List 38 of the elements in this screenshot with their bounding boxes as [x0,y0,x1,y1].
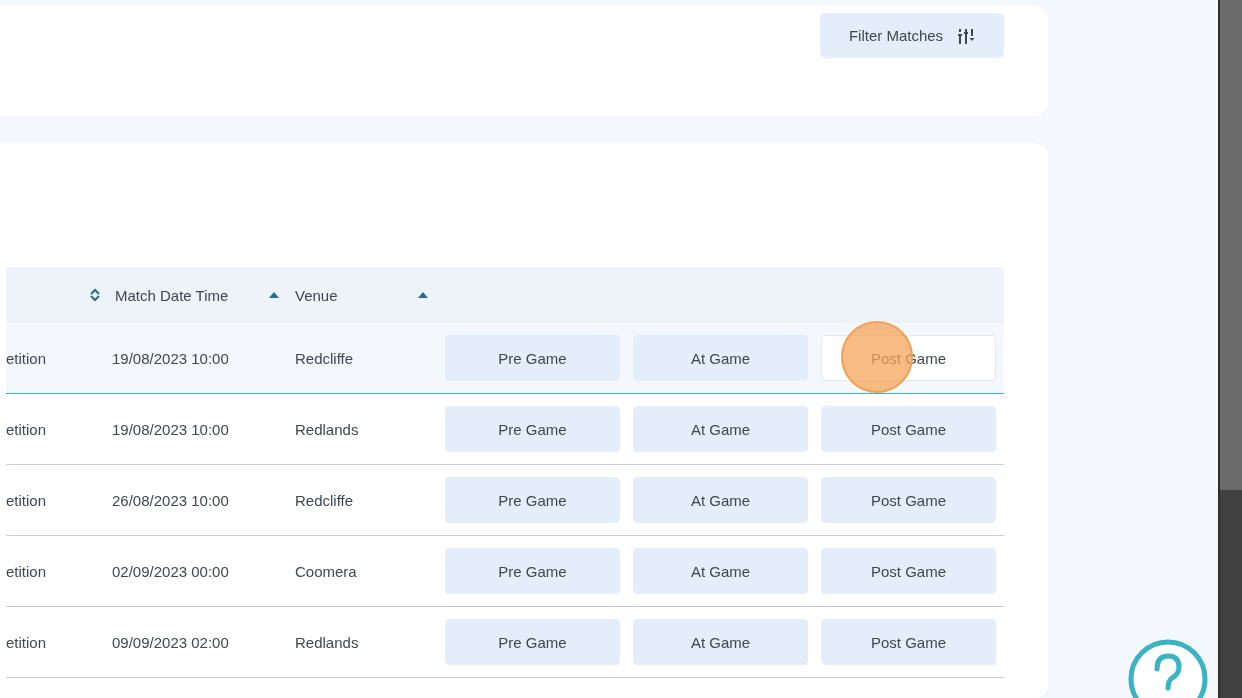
action-button[interactable]: At Game [633,619,808,665]
table-cell: 19/08/2023 10:00 [112,349,229,367]
table-cell: 19/08/2023 10:00 [112,420,229,438]
column-header[interactable]: Venue [295,286,338,304]
action-button[interactable]: At Game [633,477,808,523]
action-button[interactable]: At Game [633,406,808,452]
action-button[interactable]: Pre Game [445,335,620,381]
table-cell: etition [6,633,47,651]
action-button[interactable]: Post Game [821,406,996,452]
sort-icon[interactable] [90,288,100,302]
table-cell: 02/09/2023 00:00 [112,562,229,580]
sort-ascending-icon[interactable] [418,292,428,298]
action-button[interactable]: Post Game [821,477,996,523]
table-cell: etition [6,491,47,509]
action-button[interactable]: Post Game [821,619,996,665]
table-cell: Redcliffe [295,491,354,509]
table-cell: Redcliffe [295,349,354,367]
sliders-icon [957,26,976,45]
sort-ascending-icon[interactable] [269,292,279,298]
action-button[interactable]: At Game [633,335,808,381]
action-button[interactable]: Post Game [821,548,996,594]
table-cell: Redlands [295,420,359,438]
table-cell: 26/08/2023 10:00 [112,491,229,509]
scrollbar[interactable] [1218,0,1242,698]
action-button[interactable]: Pre Game [445,548,620,594]
action-button[interactable]: Pre Game [445,619,620,665]
column-header[interactable]: Match Date Time [115,286,229,304]
action-button[interactable]: At Game [633,548,808,594]
filter-matches-button[interactable]: Filter Matches [820,13,1004,58]
table-cell: Redlands [295,633,359,651]
table-cell: 09/09/2023 02:00 [112,633,229,651]
table-cell: Coomera [295,562,357,580]
table-cell: etition [6,420,47,438]
scroll-thumb[interactable] [1220,0,1242,490]
action-button[interactable]: Pre Game [445,477,620,523]
table-cell: etition [6,349,47,367]
action-button[interactable]: Pre Game [445,406,620,452]
table-cell: etition [6,562,47,580]
